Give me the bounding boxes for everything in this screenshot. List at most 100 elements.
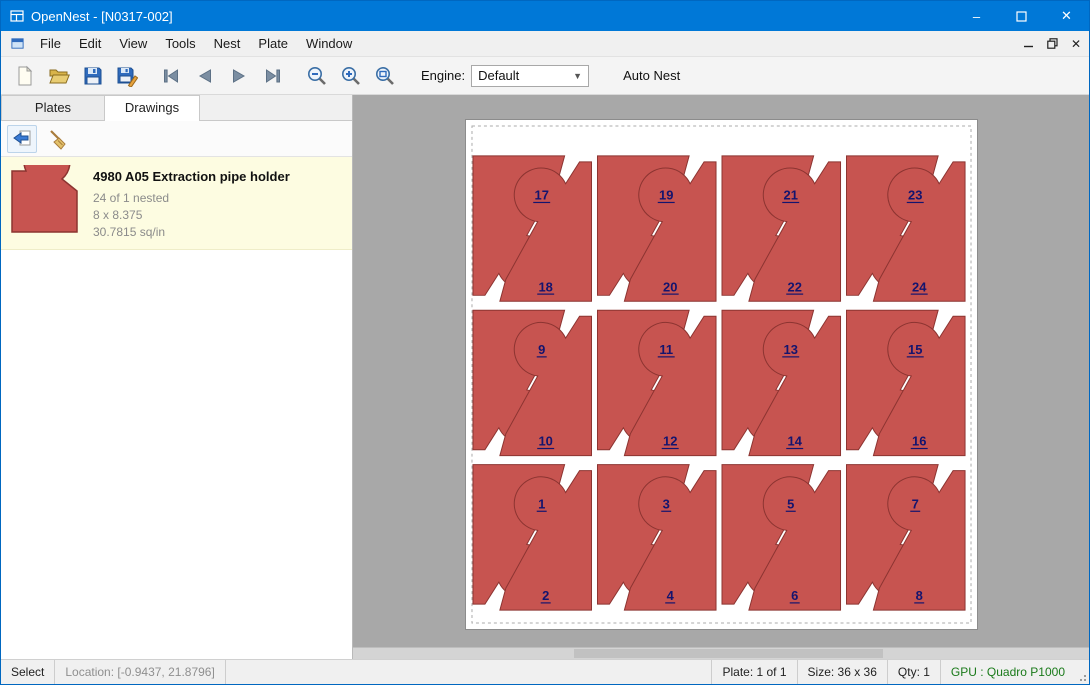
plate[interactable]: 171819202122232491011121314151612345678 [465,119,978,630]
next-plate-button[interactable] [223,61,255,91]
part-number-label: 10 [538,434,552,449]
part-number-label: 15 [908,342,922,357]
mdi-child-icon [10,36,25,51]
tab-drawings[interactable]: Drawings [104,95,200,121]
nest-canvas[interactable]: 171819202122232491011121314151612345678 [353,95,1089,659]
mdi-restore-icon [1047,38,1058,49]
scrollbar-thumb[interactable] [574,649,883,658]
close-button[interactable]: ✕ [1044,1,1089,31]
minimize-button[interactable]: – [954,1,999,31]
engine-select[interactable]: Default ▼ [471,65,589,87]
mdi-restore-button[interactable] [1041,34,1063,54]
part-number-underline [661,294,678,295]
status-bar: Select Location: [-0.9437, 21.8796] Plat… [1,659,1089,684]
sidebar: Plates Drawings 4980 A05 Extraction pip [1,95,353,659]
part-number-underline [789,602,799,603]
part-number-label: 14 [787,434,802,449]
menu-window[interactable]: Window [297,32,361,55]
drawing-title: 4980 A05 Extraction pipe holder [93,169,290,184]
menu-tools[interactable]: Tools [156,32,204,55]
statusbar-spacer [226,660,712,684]
part-number-label: 21 [783,188,797,203]
auto-nest-button[interactable]: Auto Nest [617,64,686,87]
canvas-horizontal-scrollbar[interactable] [353,647,1089,659]
main-area: Plates Drawings 4980 A05 Extraction pip [1,95,1089,659]
part-number-underline [533,202,550,203]
part-number-label: 1 [538,496,545,511]
main-toolbar: Engine: Default ▼ Auto Nest [1,57,1089,95]
part-number-label: 7 [911,496,918,511]
maximize-button[interactable] [999,1,1044,31]
mdi-close-button[interactable]: ✕ [1065,34,1087,54]
part-number-underline [536,356,546,357]
part-number-underline [661,511,671,512]
zoom-in-icon [340,65,362,87]
mdi-minimize-button[interactable] [1017,34,1039,54]
menu-edit[interactable]: Edit [70,32,110,55]
part-number-underline [786,448,803,449]
part-number-label: 8 [915,588,922,603]
part-number-underline [657,356,674,357]
tab-plates[interactable]: Plates [1,95,105,120]
first-plate-button[interactable] [155,61,187,91]
sidebar-toolbar [1,121,352,157]
opennest-window: OpenNest - [N0317-002] – ✕ File Edit Vie… [0,0,1090,685]
sidebar-tabbar: Plates Drawings [1,95,352,121]
part-number-label: 5 [787,496,794,511]
zoom-fit-button[interactable] [369,61,401,91]
part-number-label: 2 [542,588,549,603]
insert-drawing-button[interactable] [7,125,37,153]
save-floppy-icon [82,65,104,87]
minimize-icon: – [973,9,980,24]
menu-nest[interactable]: Nest [205,32,250,55]
previous-plate-button[interactable] [189,61,221,91]
status-plate: Plate: 1 of 1 [711,660,796,684]
drawing-info: 4980 A05 Extraction pipe holder 24 of 1 … [93,165,290,241]
part-number-underline [537,294,554,295]
new-nest-button[interactable] [9,61,41,91]
app-icon [9,8,25,24]
part-number-underline [910,294,927,295]
engine-label: Engine: [421,68,465,83]
drawing-list-item[interactable]: 4980 A05 Extraction pipe holder 24 of 1 … [1,157,352,250]
drawing-dimensions: 8 x 8.375 [93,207,290,224]
next-arrow-icon [228,65,250,87]
part-number-label: 17 [534,188,548,203]
save-button[interactable] [77,61,109,91]
part-number-label: 24 [912,279,927,294]
part-number-underline [786,294,803,295]
status-gpu: GPU : Quadro P1000 [940,660,1075,684]
save-edit-button[interactable] [111,61,143,91]
last-plate-button[interactable] [257,61,289,91]
zoom-in-button[interactable] [335,61,367,91]
menu-file[interactable]: File [31,32,70,55]
mdi-minimize-icon [1024,39,1033,48]
part-number-label: 9 [538,342,545,357]
menu-view[interactable]: View [110,32,156,55]
zoom-out-icon [306,65,328,87]
part-number-label: 22 [787,279,801,294]
plate-wrap: 171819202122232491011121314151612345678 [353,95,1089,630]
part-number-label: 4 [666,588,674,603]
status-qty: Qty: 1 [887,660,940,684]
zoom-out-button[interactable] [301,61,333,91]
status-size: Size: 36 x 36 [797,660,887,684]
clear-drawings-button[interactable] [43,125,73,153]
title-bar: OpenNest - [N0317-002] – ✕ [1,1,1089,31]
part-number-underline [537,448,554,449]
drawing-nested-count: 24 of 1 nested [93,190,290,207]
part-number-label: 19 [659,188,673,203]
open-folder-icon [48,65,70,87]
part-number-underline [910,511,920,512]
resize-grip[interactable] [1075,660,1089,684]
zoom-fit-icon [374,65,396,87]
open-button[interactable] [43,61,75,91]
part-number-underline [540,602,550,603]
first-arrow-icon [160,65,182,87]
menu-plate[interactable]: Plate [249,32,297,55]
part-number-underline [661,448,678,449]
save-edit-icon [116,65,138,87]
part-number-underline [910,448,927,449]
combo-dropdown-icon[interactable]: ▼ [567,71,588,81]
new-document-icon [14,65,36,87]
